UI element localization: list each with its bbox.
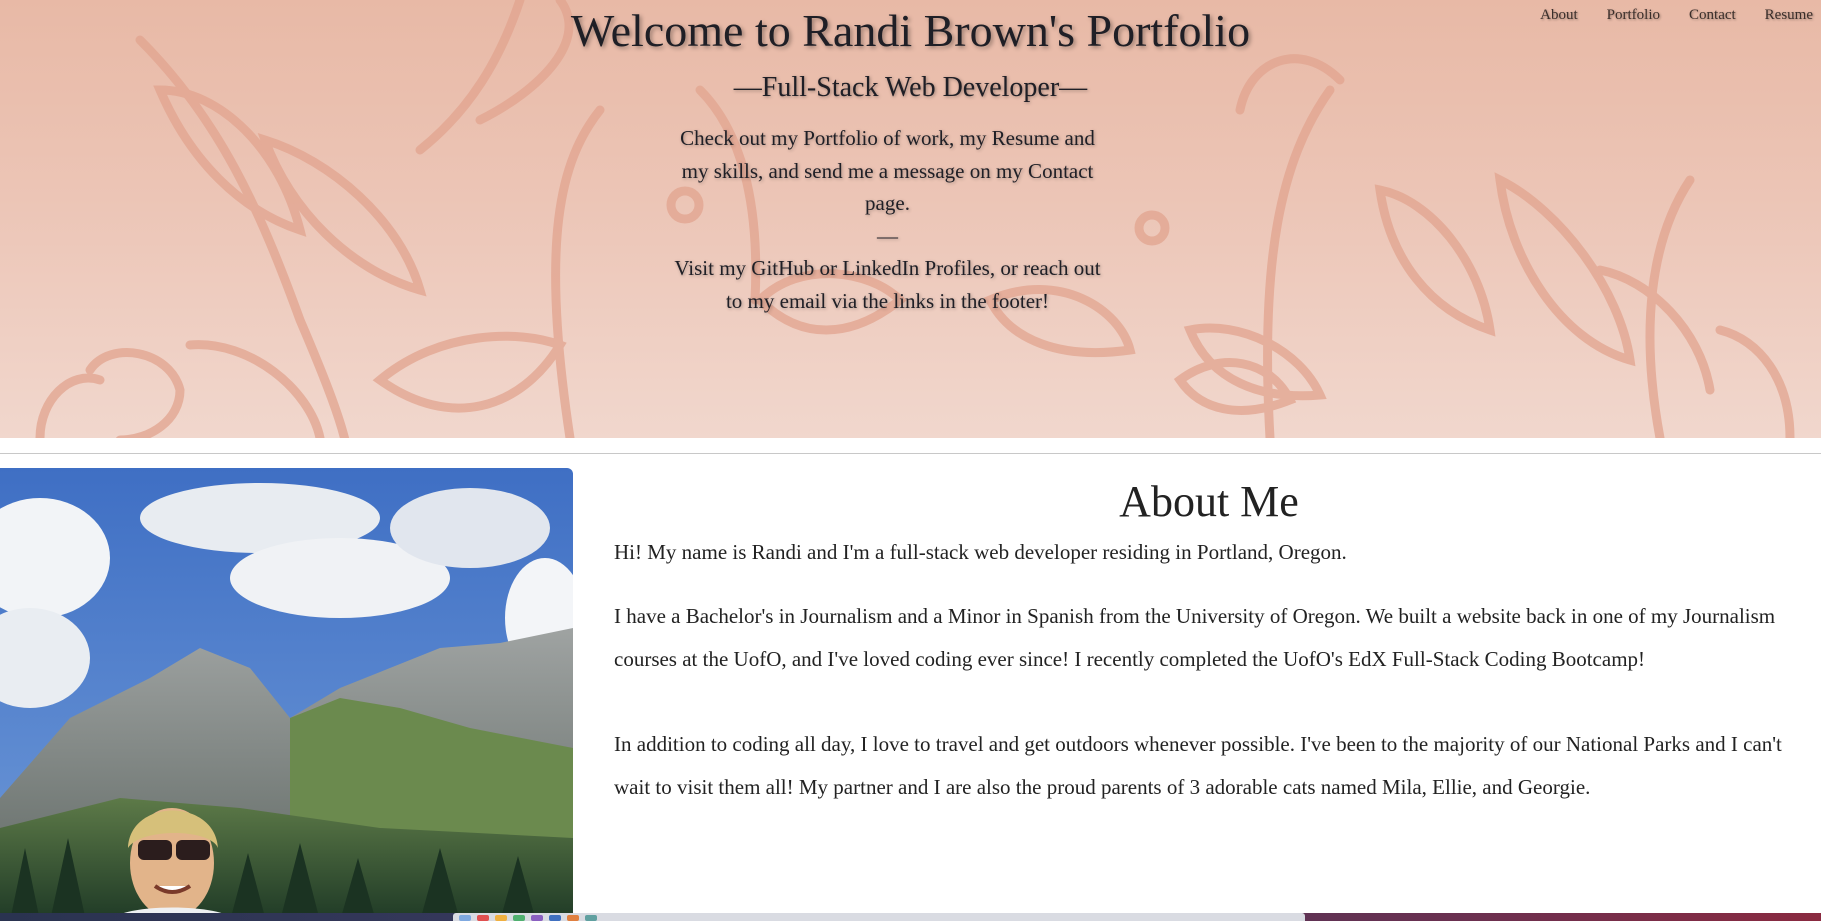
profile-photo: [0, 468, 573, 921]
hero-banner: About Portfolio Contact Resume Welcome t…: [0, 0, 1821, 438]
dock-app-icon[interactable]: [477, 915, 489, 921]
hero-blurb-links: Visit my GitHub or LinkedIn Profiles, or…: [674, 256, 1101, 313]
about-paragraph-hobbies: In addition to coding all day, I love to…: [614, 732, 1782, 799]
about-paragraph-education: I have a Bachelor's in Journalism and a …: [614, 604, 1776, 671]
about-heading: About Me: [1119, 477, 1299, 526]
dock-app-icon[interactable]: [531, 915, 543, 921]
hero-blurb-separator: —: [877, 223, 898, 248]
top-nav: About Portfolio Contact Resume: [1540, 7, 1813, 24]
hero-subtitle: —Full-Stack Web Developer—: [733, 72, 1088, 103]
hero-blurb-portfolio: Check out my Portfolio of work, my Resum…: [680, 126, 1095, 215]
nav-about-link[interactable]: About: [1540, 7, 1578, 24]
nav-contact-link[interactable]: Contact: [1689, 7, 1736, 24]
about-paragraph-intro: Hi! My name is Randi and I'm a full-stac…: [614, 540, 1347, 564]
nav-resume-link[interactable]: Resume: [1765, 7, 1813, 24]
dock-app-icon[interactable]: [549, 915, 561, 921]
dock-app-icon[interactable]: [495, 915, 507, 921]
nav-portfolio-link[interactable]: Portfolio: [1607, 7, 1660, 24]
mountain-landscape-image: [0, 468, 573, 921]
dock-app-icon[interactable]: [567, 915, 579, 921]
about-section: About Me Hi! My name is Randi and I'm a …: [614, 476, 1804, 851]
dock-app-icon[interactable]: [513, 915, 525, 921]
hero-blurb: Check out my Portfolio of work, my Resum…: [665, 122, 1110, 317]
dock-app-icon[interactable]: [459, 915, 471, 921]
dock-app-icon[interactable]: [585, 915, 597, 921]
app-dock[interactable]: [453, 913, 1305, 921]
section-divider: [0, 453, 1821, 454]
